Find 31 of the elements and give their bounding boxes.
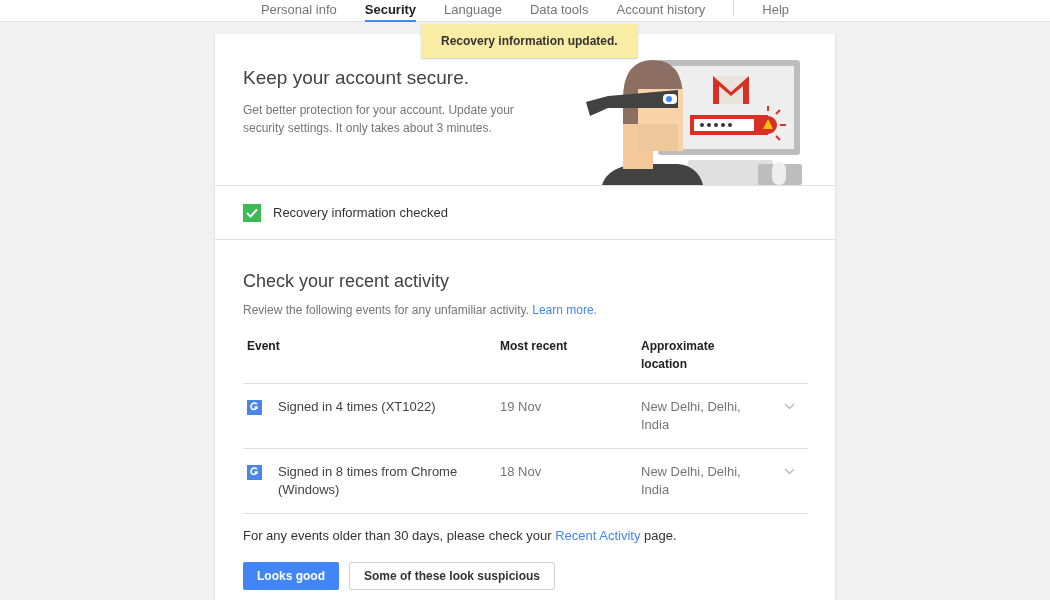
section-title: Check your recent activity xyxy=(243,270,451,293)
nav-tab[interactable]: Language xyxy=(444,0,502,22)
nav-tab[interactable]: Personal info xyxy=(260,0,337,22)
nav-tab[interactable]: Help xyxy=(762,0,790,22)
event-text: Signed in 4 times (XT1022) xyxy=(278,398,437,416)
recent-activity-link[interactable]: Recent Activity xyxy=(555,528,641,543)
column-header: Most recent xyxy=(500,338,569,355)
section-description: Review the following events for any unfamiliar activity. Learn more. xyxy=(243,302,598,319)
google-g-icon xyxy=(247,465,262,480)
location-text: New Delhi, Delhi, India xyxy=(641,463,742,499)
event-text: Signed in 8 times from Chrome (Windows) xyxy=(278,463,459,499)
location-text: New Delhi, Delhi, India xyxy=(641,398,742,434)
nav-tab[interactable]: Data tools xyxy=(529,0,589,22)
section-title: Keep your account secure. xyxy=(243,66,471,90)
chevron-down-icon[interactable] xyxy=(784,403,795,410)
date-text: 19 Nov xyxy=(500,398,543,416)
checkbox-label: Recovery information checked xyxy=(273,203,448,222)
check-icon xyxy=(246,207,258,218)
nav-tab[interactable]: Account history xyxy=(616,0,706,22)
chevron-down-icon[interactable] xyxy=(784,468,795,475)
google-g-icon xyxy=(247,400,262,415)
column-header: Approximate location xyxy=(641,338,716,373)
nav-tab[interactable]: Security xyxy=(364,0,417,22)
toast-message: Recovery information updated. xyxy=(421,24,638,58)
looks-good-button[interactable]: Looks good xyxy=(243,561,339,590)
learn-more-link[interactable]: Learn more. xyxy=(532,303,597,317)
date-text: 18 Nov xyxy=(500,463,543,481)
section-description: Get better protection for your account. Update your security settings. It only takes about 3 minutes. xyxy=(243,101,515,137)
column-header: Event xyxy=(247,338,281,355)
suspicious-button[interactable]: Some of these look suspicious xyxy=(349,561,556,590)
footer-text: For any events older than 30 days, please check your Recent Activity page. xyxy=(243,527,678,545)
